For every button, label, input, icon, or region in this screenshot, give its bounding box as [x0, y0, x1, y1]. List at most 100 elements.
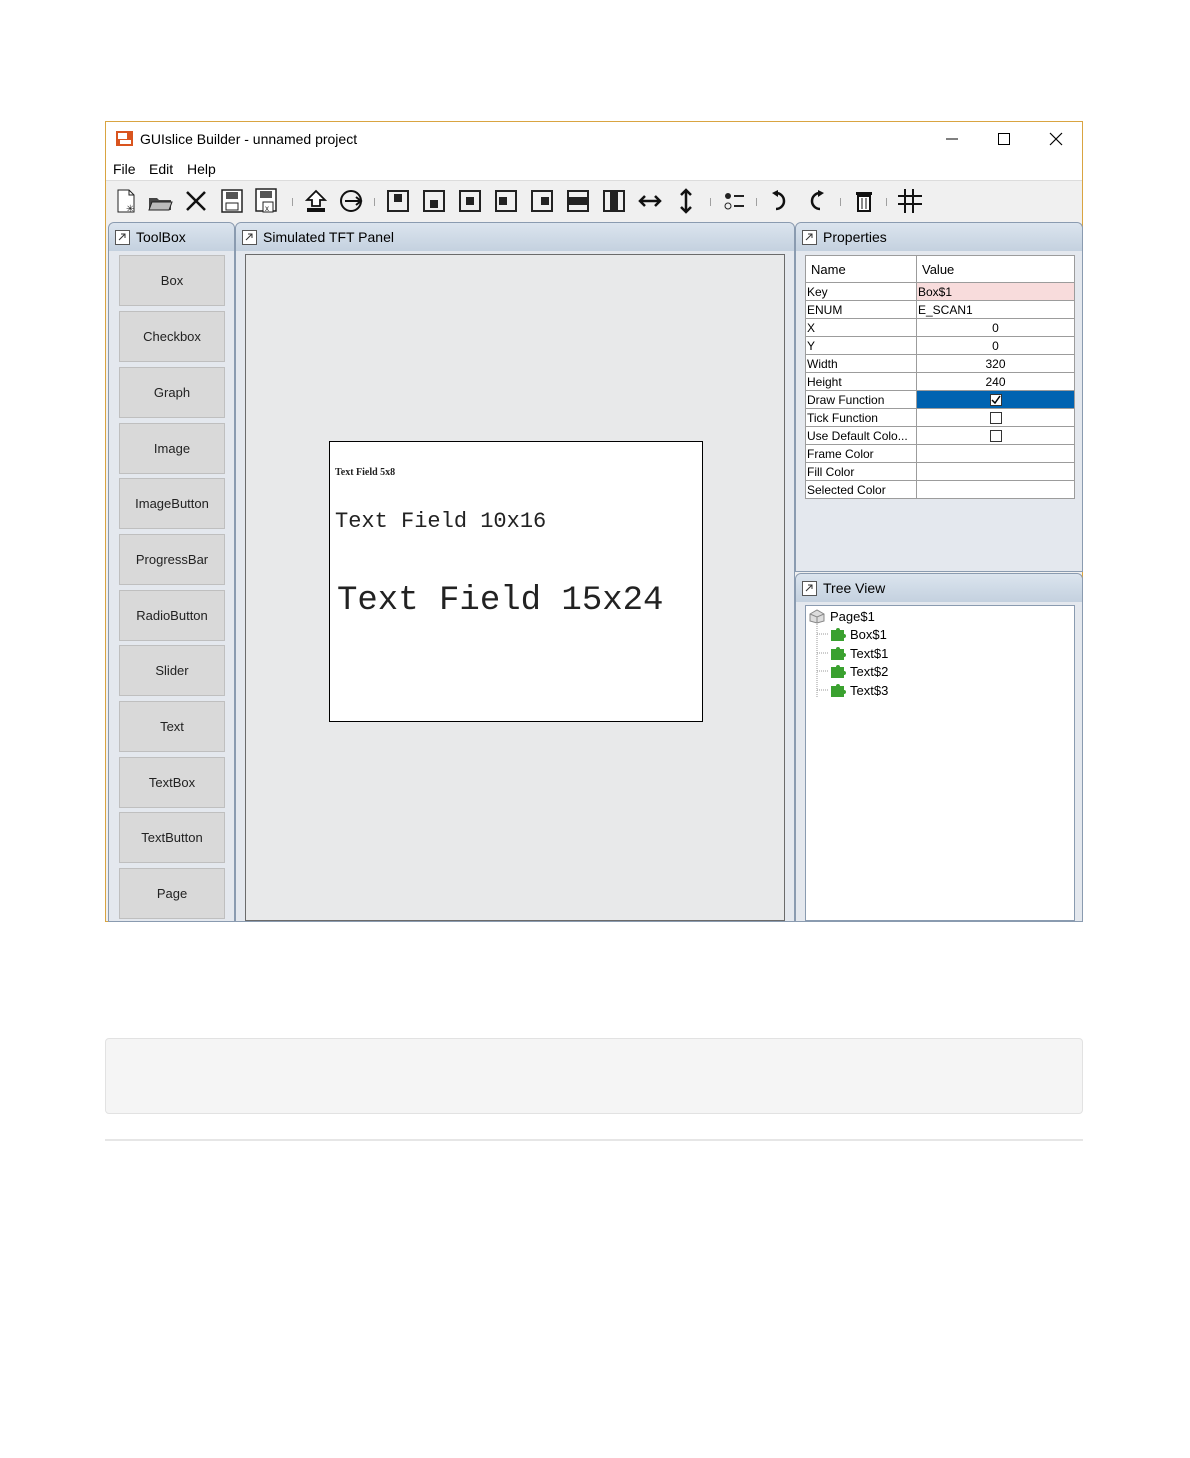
property-name: Height: [805, 372, 917, 391]
tool-imagebutton-button[interactable]: ImageButton: [119, 478, 225, 529]
undo-icon[interactable]: [766, 187, 794, 215]
menu-file[interactable]: File: [113, 161, 136, 177]
menu-help[interactable]: Help: [187, 161, 216, 177]
property-value[interactable]: 0: [916, 336, 1075, 355]
property-value[interactable]: [916, 462, 1075, 481]
text-field-15x24[interactable]: Text Field 15x24: [337, 582, 663, 620]
property-row-draw-function[interactable]: Draw Function: [805, 390, 1075, 409]
property-row-height[interactable]: Height 240: [805, 372, 1075, 391]
group-icon[interactable]: [720, 187, 748, 215]
property-row-width[interactable]: Width 320: [805, 354, 1075, 373]
property-value[interactable]: E_SCAN1: [916, 300, 1075, 319]
tool-image-button[interactable]: Image: [119, 423, 225, 474]
property-row-selected-color[interactable]: Selected Color: [805, 480, 1075, 499]
draw-function-checkbox[interactable]: [989, 394, 1002, 407]
toolbar-separator: [756, 198, 757, 206]
space-horizontal-icon[interactable]: [636, 187, 664, 215]
tree-connector-lines: [816, 624, 828, 697]
open-project-icon[interactable]: [146, 187, 174, 215]
tool-textbox-button[interactable]: TextBox: [119, 757, 225, 808]
toolbar-separator: [710, 198, 711, 206]
property-value[interactable]: 320: [916, 354, 1075, 373]
tool-textbutton-button[interactable]: TextButton: [119, 812, 225, 863]
tft-header: Simulated TFT Panel: [236, 223, 794, 251]
tool-radiobutton-button[interactable]: RadioButton: [119, 590, 225, 641]
space-vertical-icon[interactable]: [672, 187, 700, 215]
redo-icon[interactable]: [802, 187, 830, 215]
close-icon: [1049, 132, 1063, 146]
align-left-icon[interactable]: [492, 187, 520, 215]
tool-graph-button[interactable]: Graph: [119, 367, 225, 418]
align-right-icon[interactable]: [528, 187, 556, 215]
property-name: Fill Color: [805, 462, 917, 481]
property-name: ENUM: [805, 300, 917, 319]
column-header-value[interactable]: Value: [916, 255, 1075, 283]
grid-icon[interactable]: [896, 187, 924, 215]
new-project-icon[interactable]: ✳: [112, 187, 140, 215]
tree-view: Page$1 Box$1 Text$1 Text$2 Text$3: [805, 605, 1075, 921]
dock-icon: [802, 229, 817, 245]
tool-slider-button[interactable]: Slider: [119, 645, 225, 696]
align-bottom-icon[interactable]: [420, 187, 448, 215]
property-row-enum[interactable]: ENUM E_SCAN1: [805, 300, 1075, 319]
property-row-fill-color[interactable]: Fill Color: [805, 462, 1075, 481]
minimize-button[interactable]: [926, 122, 978, 156]
close-button[interactable]: [1030, 122, 1082, 156]
save-icon[interactable]: [218, 187, 246, 215]
property-row-frame-color[interactable]: Frame Color: [805, 444, 1075, 463]
column-header-name[interactable]: Name: [805, 255, 917, 283]
close-project-icon[interactable]: [182, 187, 210, 215]
maximize-button[interactable]: [978, 122, 1030, 156]
tree-node-text[interactable]: Text$2: [829, 662, 888, 680]
property-value[interactable]: 0: [916, 318, 1075, 337]
property-value[interactable]: [916, 390, 1075, 409]
property-row-x[interactable]: X 0: [805, 318, 1075, 337]
align-vertical-icon[interactable]: [600, 187, 628, 215]
delete-icon[interactable]: [850, 187, 878, 215]
code-gen-icon[interactable]: [338, 187, 366, 215]
properties-title: Properties: [823, 229, 887, 245]
property-row-use-default-colors[interactable]: Use Default Colo...: [805, 426, 1075, 445]
tree-node-box[interactable]: Box$1: [829, 625, 887, 643]
tft-canvas[interactable]: Text Field 5x8 Text Field 10x16 Text Fie…: [245, 254, 785, 921]
property-row-y[interactable]: Y 0: [805, 336, 1075, 355]
use-default-colors-checkbox[interactable]: [989, 430, 1002, 443]
dock-icon: [242, 229, 257, 245]
export-icon[interactable]: [302, 187, 330, 215]
app-window: GUIslice Builder - unnamed project File …: [105, 121, 1083, 922]
property-value[interactable]: Box$1: [916, 282, 1075, 301]
property-name: Frame Color: [805, 444, 917, 463]
property-value[interactable]: [916, 480, 1075, 499]
property-value[interactable]: [916, 426, 1075, 445]
property-row-key[interactable]: Key Box$1: [805, 282, 1075, 301]
tick-function-checkbox[interactable]: [989, 412, 1002, 425]
align-top-icon[interactable]: [384, 187, 412, 215]
box-element[interactable]: Text Field 5x8 Text Field 10x16 Text Fie…: [329, 441, 703, 722]
property-value[interactable]: [916, 408, 1075, 427]
tree-node-label: Text$3: [850, 682, 889, 698]
text-field-5x8[interactable]: Text Field 5x8: [335, 467, 395, 478]
property-name: Selected Color: [805, 480, 917, 499]
property-name: Y: [805, 336, 917, 355]
app-logo-icon: [116, 131, 133, 146]
puzzle-icon: [831, 684, 846, 697]
caption-box: [105, 1038, 1083, 1114]
align-center-icon[interactable]: [456, 187, 484, 215]
text-field-10x16[interactable]: Text Field 10x16: [335, 509, 546, 534]
tool-page-button[interactable]: Page: [119, 868, 225, 919]
tree-node-page[interactable]: Page$1: [808, 607, 875, 625]
properties-panel: Properties Name Value Key Box$1 ENUM E_S…: [795, 222, 1083, 572]
menu-edit[interactable]: Edit: [149, 161, 173, 177]
tool-checkbox-button[interactable]: Checkbox: [119, 311, 225, 362]
save-as-icon[interactable]: x: [254, 187, 282, 215]
property-value[interactable]: [916, 444, 1075, 463]
tool-box-button[interactable]: Box: [119, 255, 225, 306]
tool-text-button[interactable]: Text: [119, 701, 225, 752]
property-value[interactable]: 240: [916, 372, 1075, 391]
tool-progressbar-button[interactable]: ProgressBar: [119, 534, 225, 585]
align-horizontal-icon[interactable]: [564, 187, 592, 215]
tree-node-text[interactable]: Text$3: [829, 681, 888, 699]
window-title: GUIslice Builder - unnamed project: [140, 131, 358, 147]
tree-node-text[interactable]: Text$1: [829, 644, 888, 662]
property-row-tick-function[interactable]: Tick Function: [805, 408, 1075, 427]
